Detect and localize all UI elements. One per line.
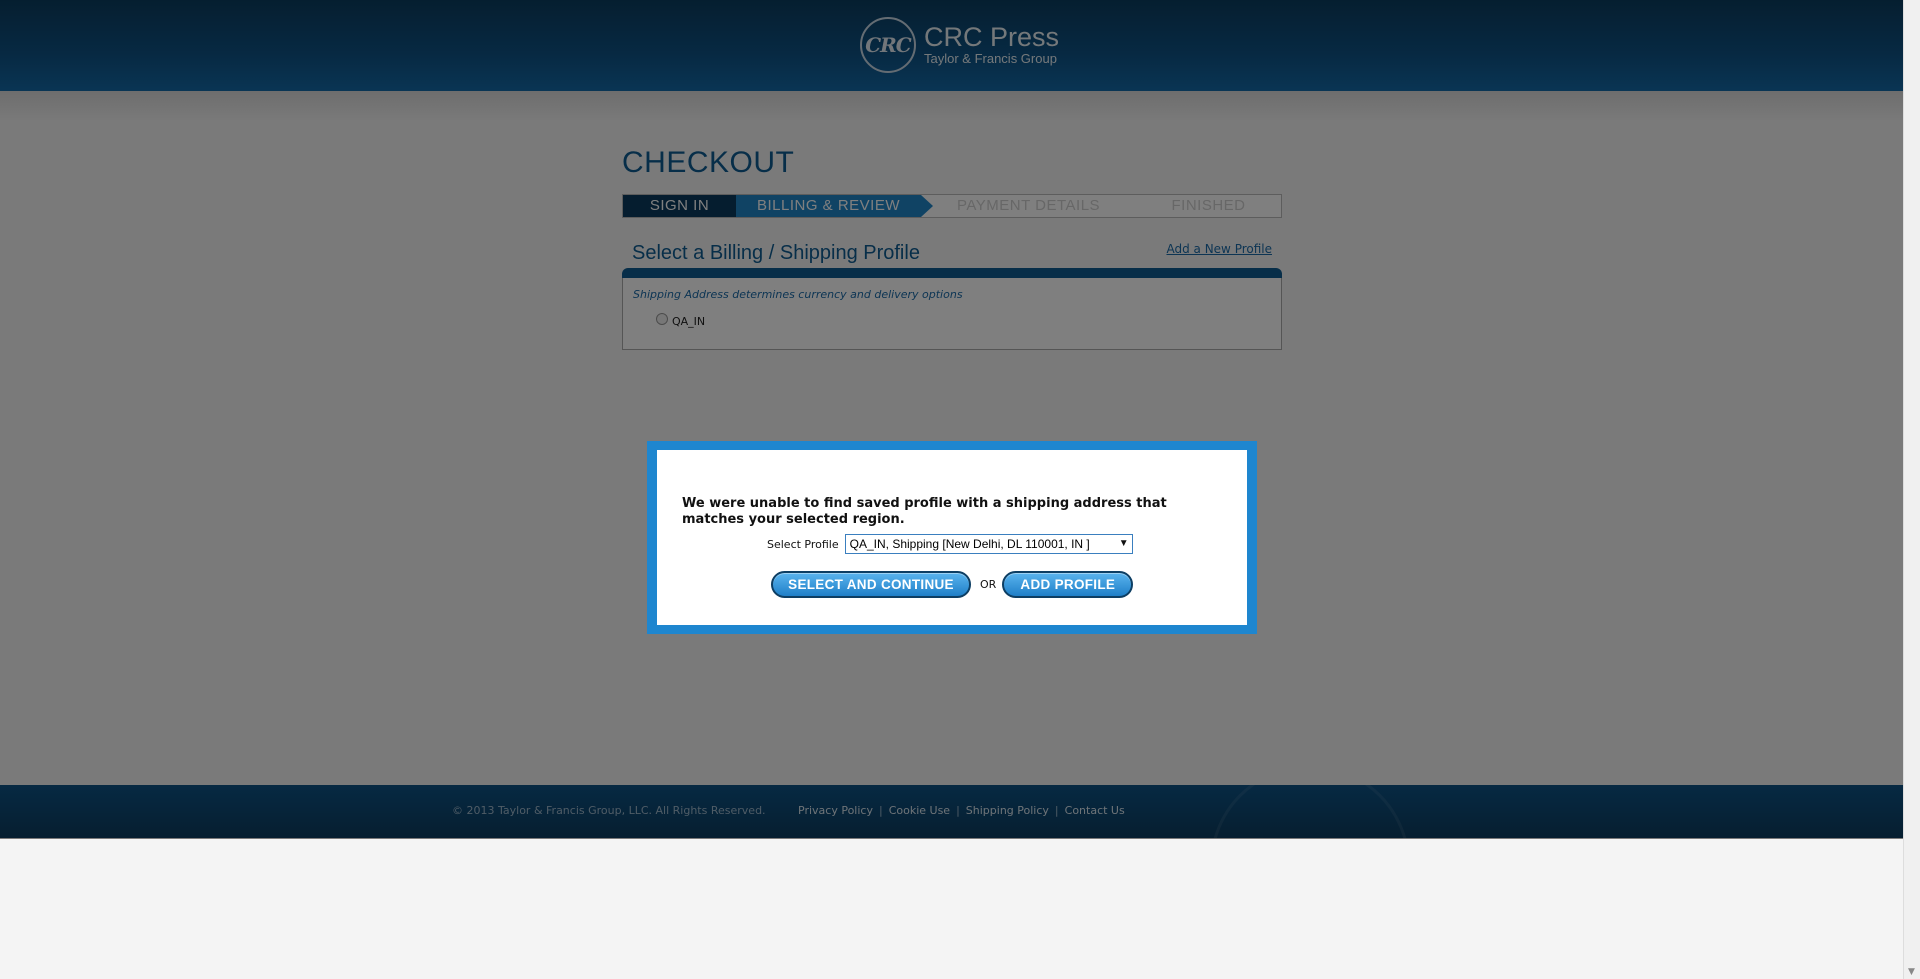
select-profile-dropdown[interactable]: QA_IN, Shipping [New Delhi, DL 110001, I… [844,534,1133,554]
modal-overlay [0,0,1903,839]
select-profile-label: Select Profile [767,537,839,551]
select-profile-value: QA_IN, Shipping [New Delhi, DL 110001, I… [849,537,1090,551]
add-profile-button[interactable]: ADD PROFILE [1002,571,1134,598]
dialog-message: We were unable to find saved profile wit… [682,496,1167,527]
dropdown-arrow-icon: ▼ [1118,538,1129,549]
dialog-body: We were unable to find saved profile wit… [657,450,1247,625]
profile-mismatch-dialog: We were unable to find saved profile wit… [647,441,1257,634]
select-and-continue-button[interactable]: SELECT AND CONTINUE [771,571,971,598]
page-scrollbar[interactable]: ▼ [1903,0,1920,979]
scroll-down-arrow-icon[interactable]: ▼ [1908,967,1915,977]
select-profile-row: Select Profile QA_IN, Shipping [New Delh… [767,534,1133,554]
or-separator: OR [980,578,997,591]
dialog-actions: SELECT AND CONTINUE OR ADD PROFILE [771,571,1134,598]
